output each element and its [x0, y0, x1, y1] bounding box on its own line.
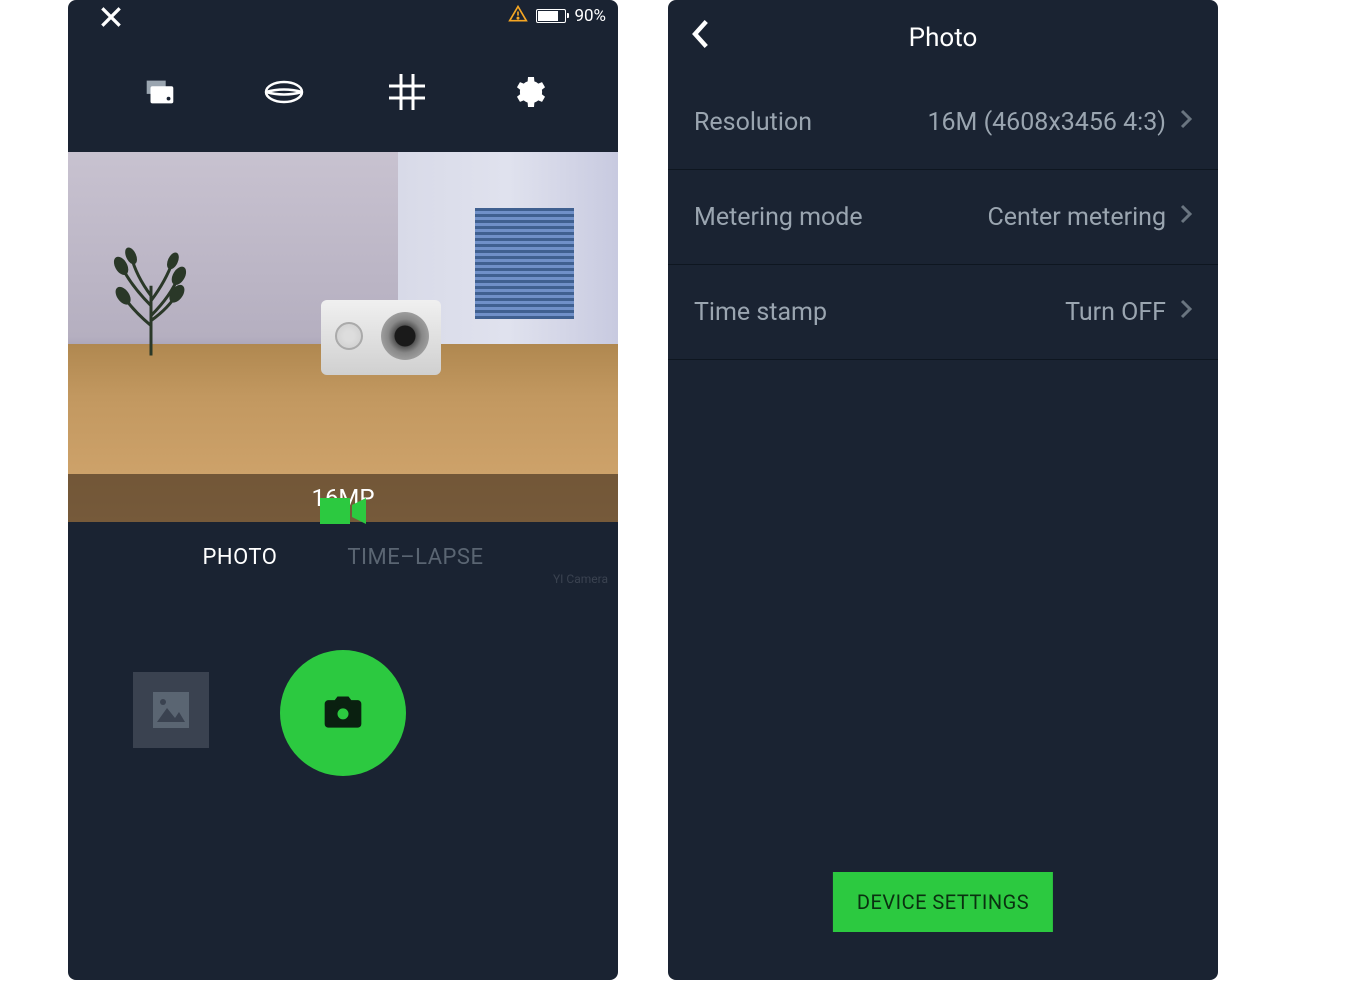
video-mode-button[interactable]	[320, 494, 366, 532]
mode-tabs: PHOTO TIME–LAPSE	[68, 522, 618, 592]
chevron-right-icon	[1180, 109, 1192, 135]
camera-viewfinder[interactable]: 16MP	[68, 152, 618, 522]
settings-row-metering[interactable]: Metering mode Center metering	[668, 170, 1218, 265]
settings-value: Center metering	[988, 203, 1192, 232]
watermark: YI Camera	[553, 572, 608, 586]
tab-photo[interactable]: PHOTO	[203, 545, 278, 570]
photo-settings-screen: Photo Resolution 16M (4608x3456 4:3) Met…	[668, 0, 1218, 980]
back-icon[interactable]	[690, 19, 710, 57]
camera-app-screen: 90%	[68, 0, 618, 980]
status-bar: 90%	[68, 0, 618, 32]
gear-icon[interactable]	[510, 74, 546, 110]
chevron-right-icon	[1180, 204, 1192, 230]
tab-timelapse[interactable]: TIME–LAPSE	[347, 545, 483, 570]
settings-value: 16M (4608x3456 4:3)	[927, 108, 1192, 137]
battery-icon	[536, 9, 566, 23]
battery-percent: 90%	[574, 6, 606, 26]
settings-header: Photo	[668, 0, 1218, 75]
close-icon[interactable]	[98, 0, 124, 38]
lens-correction-icon[interactable]	[264, 79, 304, 105]
settings-label: Resolution	[694, 108, 812, 137]
settings-label: Time stamp	[694, 298, 827, 327]
aspect-ratio-icon[interactable]	[141, 73, 179, 111]
warning-icon	[508, 4, 528, 29]
settings-row-resolution[interactable]: Resolution 16M (4608x3456 4:3)	[668, 75, 1218, 170]
grid-icon[interactable]	[389, 74, 425, 110]
settings-value: Turn OFF	[1065, 298, 1192, 327]
camera-toolbar	[68, 32, 618, 152]
settings-row-timestamp[interactable]: Time stamp Turn OFF	[668, 265, 1218, 360]
device-settings-button[interactable]: DEVICE SETTINGS	[833, 872, 1053, 932]
page-title: Photo	[909, 23, 978, 53]
gallery-button[interactable]	[133, 672, 209, 748]
settings-label: Metering mode	[694, 203, 863, 232]
shutter-button[interactable]	[280, 650, 406, 776]
chevron-right-icon	[1180, 299, 1192, 325]
